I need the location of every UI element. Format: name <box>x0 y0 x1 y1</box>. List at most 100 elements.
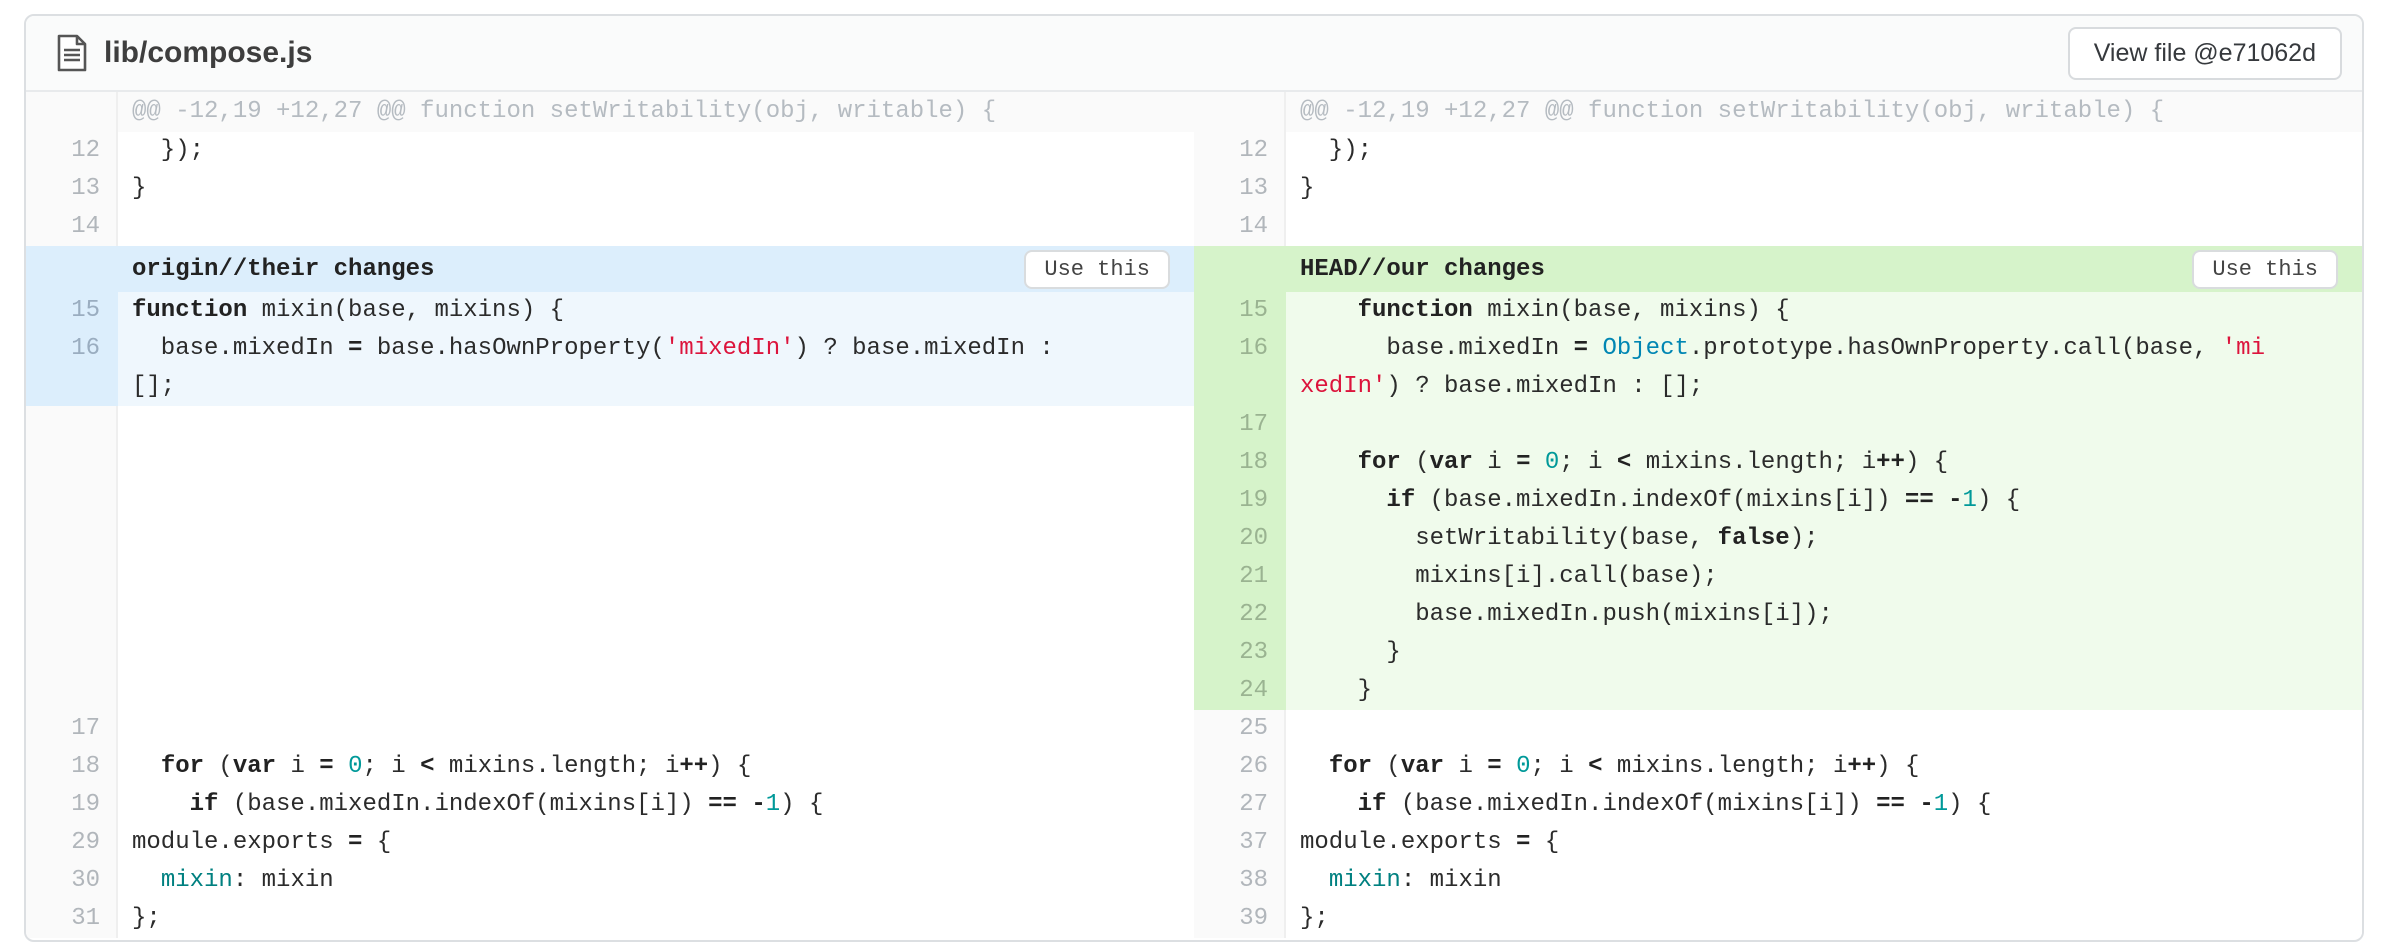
code-line: }; <box>118 900 1194 938</box>
code-line <box>1286 208 2362 246</box>
line-number: 23 <box>1194 634 1286 672</box>
code-token: ( <box>1401 449 1430 476</box>
hunk-header-row: @@ -12,19 +12,27 @@ function setWritabil… <box>26 92 1194 132</box>
operator-token: < <box>420 753 434 780</box>
spacer-area <box>118 406 1194 710</box>
code-token: i <box>1473 449 1516 476</box>
operator-token: == <box>1876 791 1905 818</box>
code-line-row: 13} <box>26 170 1194 208</box>
operator-token: ++ <box>1876 449 1905 476</box>
use-this-button-theirs[interactable]: Use this <box>1024 250 1170 289</box>
keyword-token: var <box>233 753 276 780</box>
number-token: 1 <box>1963 487 1977 514</box>
operator-token: == <box>1905 487 1934 514</box>
line-number: 26 <box>1194 748 1286 786</box>
code-token: ) { <box>1977 487 2020 514</box>
code-line: } <box>118 170 1194 208</box>
line-number: 31 <box>26 900 118 938</box>
code-token <box>1300 487 1386 514</box>
keyword-token: for <box>1329 753 1372 780</box>
code-line: } <box>1286 634 2362 672</box>
number-token: 1 <box>1934 791 1948 818</box>
diff-column-ours: @@ -12,19 +12,27 @@ function setWritabil… <box>1194 92 2362 938</box>
code-line-row: 25 <box>1194 710 2362 748</box>
line-number <box>1194 368 1286 406</box>
code-line: base.mixedIn = base.hasOwnProperty('mixe… <box>118 330 1194 368</box>
code-token <box>132 791 190 818</box>
code-token <box>1905 791 1919 818</box>
code-token: mixin(base, mixins) { <box>1473 297 1790 324</box>
code-token: (base.mixedIn.indexOf(mixins[i]) <box>1386 791 1876 818</box>
class-name-token: Object <box>1602 335 1688 362</box>
code-line-row: 19 if (base.mixedIn.indexOf(mixins[i]) =… <box>1194 482 2362 520</box>
line-number: 12 <box>26 132 118 170</box>
code-token <box>1300 791 1358 818</box>
code-token: base.hasOwnProperty( <box>362 335 664 362</box>
line-number: 17 <box>26 710 118 748</box>
code-line: if (base.mixedIn.indexOf(mixins[i]) == -… <box>118 786 1194 824</box>
code-token <box>1300 449 1358 476</box>
code-token: ) { <box>708 753 751 780</box>
operator-token: = <box>348 829 362 856</box>
line-number: 38 <box>1194 862 1286 900</box>
code-token: ; i <box>363 753 421 780</box>
string-token: 'mi <box>2222 335 2265 362</box>
code-line: function mixin(base, mixins) { <box>1286 292 2362 330</box>
line-number: 15 <box>1194 292 1286 330</box>
line-number <box>1194 92 1286 132</box>
code-line-row: 18 for (var i = 0; i < mixins.length; i+… <box>1194 444 2362 482</box>
code-token: }); <box>132 137 204 164</box>
keyword-token: for <box>161 753 204 780</box>
diff-file-card: lib/compose.js View file @e71062d @@ -12… <box>24 14 2364 942</box>
operator-token: - <box>1919 791 1933 818</box>
operator-token: ++ <box>1847 753 1876 780</box>
number-token: 0 <box>1516 753 1530 780</box>
code-token: mixin(base, mixins) { <box>247 297 564 324</box>
line-number: 14 <box>26 208 118 246</box>
code-token: (base.mixedIn.indexOf(mixins[i]) <box>1415 487 1905 514</box>
diff-column-theirs: @@ -12,19 +12,27 @@ function setWritabil… <box>26 92 1194 938</box>
code-line-row: 26 for (var i = 0; i < mixins.length; i+… <box>1194 748 2362 786</box>
code-token: ( <box>1372 753 1401 780</box>
view-file-button[interactable]: View file @e71062d <box>2068 27 2342 80</box>
code-line-row: 14 <box>1194 208 2362 246</box>
code-line: base.mixedIn = Object.prototype.hasOwnPr… <box>1286 330 2362 368</box>
operator-token: = <box>319 753 333 780</box>
code-line-row: 15function mixin(base, mixins) { <box>26 292 1194 330</box>
code-token: mixins.length; i <box>435 753 680 780</box>
line-number: 25 <box>1194 710 1286 748</box>
line-number: 29 <box>26 824 118 862</box>
code-token <box>334 753 348 780</box>
code-line: module.exports = { <box>118 824 1194 862</box>
code-line-row: xedIn') ? base.mixedIn : []; <box>1194 368 2362 406</box>
operator-token: - <box>1948 487 1962 514</box>
string-token: xedIn' <box>1300 373 1386 400</box>
line-number: 27 <box>1194 786 1286 824</box>
hunk-header-text: @@ -12,19 +12,27 @@ function setWritabil… <box>118 92 1194 132</box>
code-token: ); <box>1790 525 1819 552</box>
code-line: function mixin(base, mixins) { <box>118 292 1194 330</box>
operator-token: = <box>1574 335 1588 362</box>
code-line-row: 13} <box>1194 170 2362 208</box>
alignment-spacer-row <box>26 406 1194 710</box>
line-number: 16 <box>1194 330 1286 368</box>
code-line <box>118 710 1194 748</box>
code-token: setWritability(base, <box>1300 525 1718 552</box>
code-token: : mixin <box>1401 867 1502 894</box>
operator-token: < <box>1617 449 1631 476</box>
code-token <box>1300 753 1329 780</box>
code-token: { <box>362 829 391 856</box>
code-line-row: 38 mixin: mixin <box>1194 862 2362 900</box>
line-number <box>26 368 118 406</box>
keyword-token: function <box>1358 297 1473 324</box>
use-this-button-ours[interactable]: Use this <box>2192 250 2338 289</box>
code-line: }; <box>1286 900 2362 938</box>
code-token: } <box>1300 175 1314 202</box>
code-token: base.mixedIn.push(mixins[i]); <box>1300 601 1833 628</box>
operator-token: ++ <box>679 753 708 780</box>
code-token: base.mixedIn <box>132 335 348 362</box>
keyword-token: if <box>1386 487 1415 514</box>
file-path-title: lib/compose.js <box>104 36 312 70</box>
keyword-token: var <box>1401 753 1444 780</box>
code-line <box>118 208 1194 246</box>
